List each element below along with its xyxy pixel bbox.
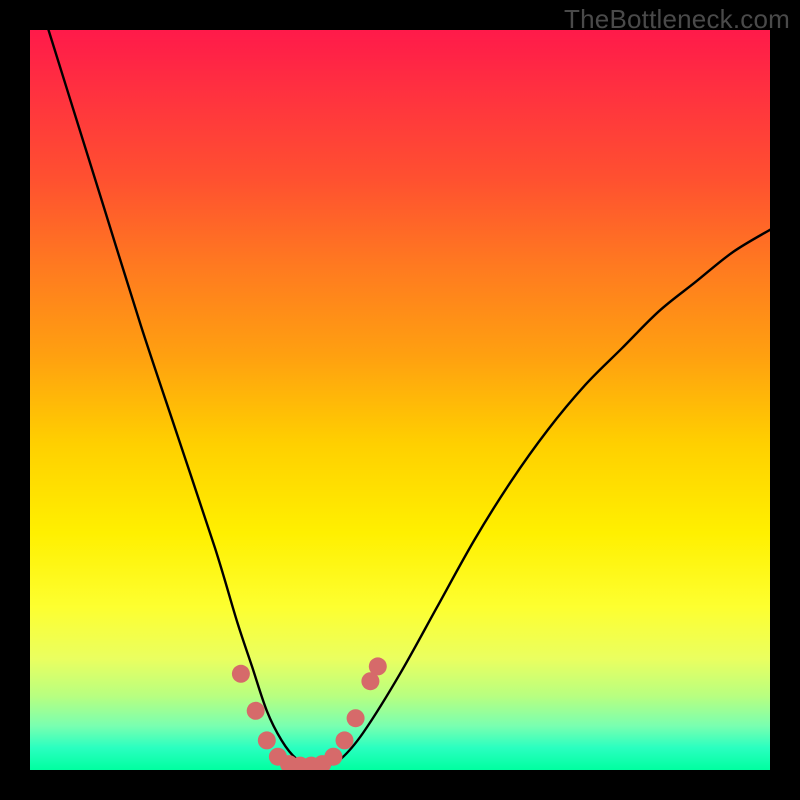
valley-dot <box>247 702 265 720</box>
valley-dot <box>347 709 365 727</box>
valley-dot <box>369 657 387 675</box>
valley-dot <box>258 731 276 749</box>
plot-area <box>30 30 770 770</box>
valley-dot <box>324 748 342 766</box>
chart-stage: TheBottleneck.com <box>0 0 800 800</box>
valley-dot <box>232 665 250 683</box>
bottleneck-curve-path <box>30 30 770 766</box>
curve-svg <box>30 30 770 770</box>
valley-dot <box>336 731 354 749</box>
